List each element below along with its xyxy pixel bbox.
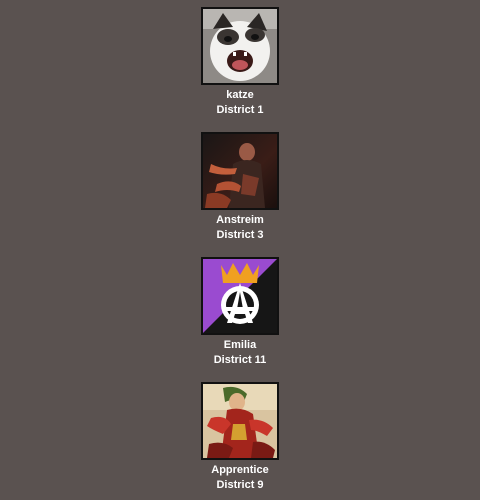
tribute-name: katze [226, 89, 254, 101]
tribute-district: District 1 [216, 104, 264, 116]
tribute-card-katze: katze District 1 [0, 7, 480, 118]
tribute-district: District 11 [213, 354, 267, 366]
anarchy-avatar-image [203, 259, 277, 333]
tribute-name: Emilia [223, 339, 257, 351]
tribute-card-anstreim: Anstreim District 3 [0, 132, 480, 243]
anarchy-crown-avatar[interactable] [201, 257, 279, 335]
tribute-card-emilia: Emilia District 11 [0, 257, 480, 368]
crying-cat-avatar[interactable] [201, 7, 279, 85]
tribute-name: Apprentice [211, 464, 269, 476]
tribute-name: Anstreim [216, 214, 264, 226]
warrior-avatar-image [203, 134, 277, 208]
tribute-list: katze District 1 Anstreim District 3 Emi… [0, 0, 480, 500]
tribute-district: District 9 [216, 479, 264, 491]
armored-warrior-avatar[interactable] [201, 132, 279, 210]
tribute-card-apprentice: Apprentice District 9 [0, 382, 480, 493]
apprentice-avatar-image [203, 384, 277, 458]
cat-avatar-image [203, 9, 277, 83]
tribute-district: District 3 [216, 229, 264, 241]
red-warrior-avatar[interactable] [201, 382, 279, 460]
